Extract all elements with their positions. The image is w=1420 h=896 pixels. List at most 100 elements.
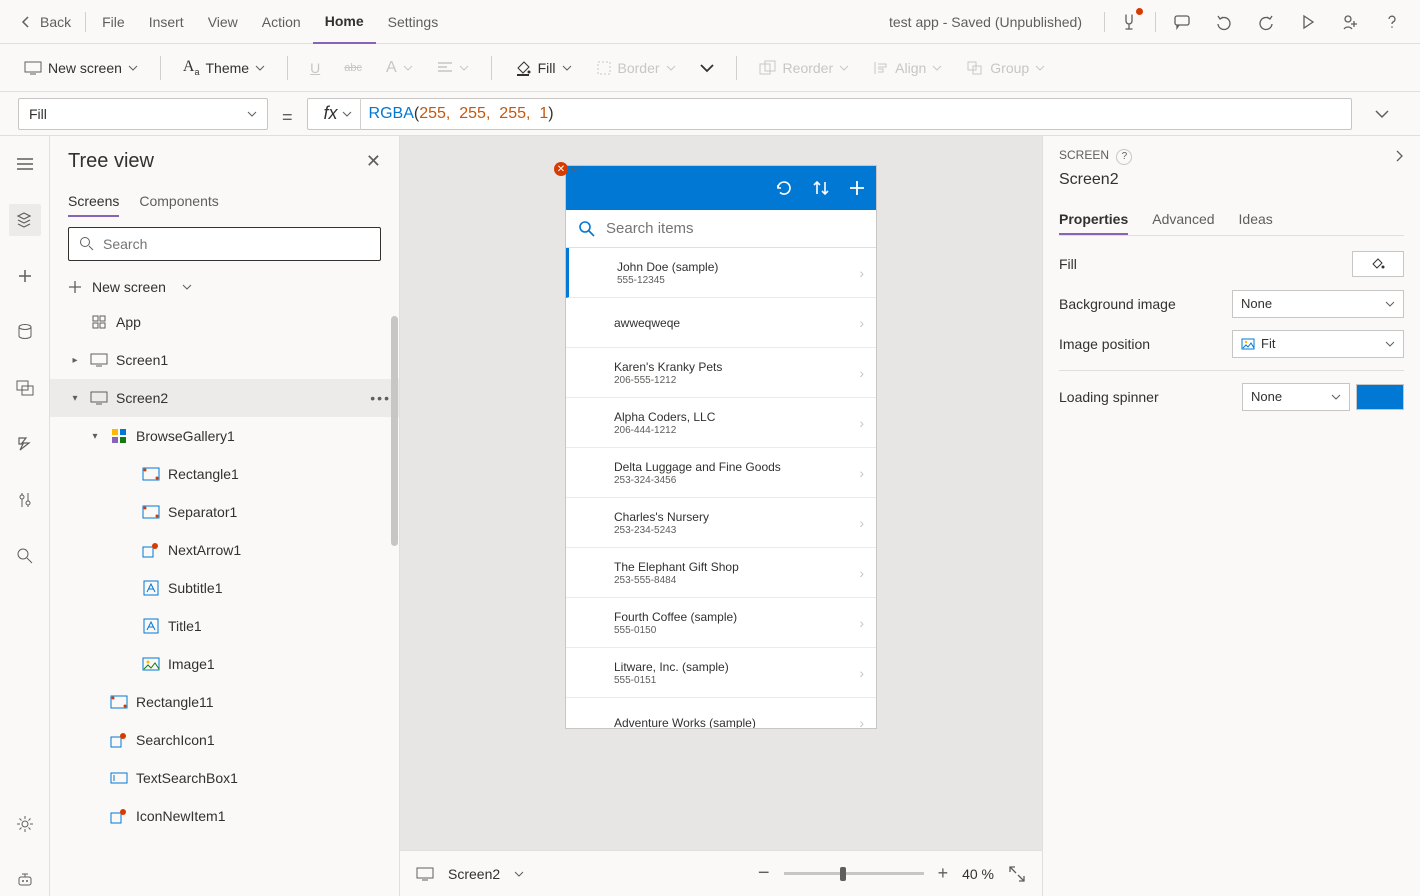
tree-search-box[interactable] [68,227,381,261]
hamburger-icon[interactable] [9,148,41,180]
refresh-icon[interactable] [774,178,794,198]
data-icon[interactable] [9,316,41,348]
list-item[interactable]: Alpha Coders, LLC206-444-1212› [566,398,876,448]
info-icon[interactable]: ? [1116,149,1132,165]
close-icon[interactable]: ✕ [366,151,381,172]
menu-file[interactable]: File [90,0,137,44]
comments-icon[interactable] [1162,0,1202,44]
menu-home[interactable]: Home [313,0,376,44]
plus-icon [68,280,82,294]
font-color-button: A [378,55,421,81]
tab-screens[interactable]: Screens [68,187,119,217]
add-icon[interactable] [848,179,866,197]
group-button: Group [958,56,1053,80]
spinner-color-picker[interactable] [1356,384,1404,410]
fit-to-screen-icon[interactable] [1008,865,1026,883]
spinner-select[interactable]: None [1242,383,1350,411]
error-indicator[interactable]: ✕ [554,162,580,176]
tab-advanced[interactable]: Advanced [1152,205,1214,235]
bg-image-select[interactable]: None [1232,290,1404,318]
new-screen-tree-button[interactable]: New screen [50,271,399,303]
tree-item-app[interactable]: ▸App••• [50,303,399,341]
tree-item-iconnewitem1[interactable]: ▸IconNewItem1••• [50,797,399,835]
chevron-down-icon [255,63,265,73]
tab-components[interactable]: Components [139,187,218,217]
new-screen-button[interactable]: New screen [16,56,146,80]
scrollbar-thumb[interactable] [391,316,398,546]
tree-view-icon[interactable] [9,204,41,236]
separator [1155,12,1156,32]
chevron-right-icon: › [859,715,864,729]
fill-button[interactable]: Fill [506,55,580,81]
power-automate-icon[interactable] [9,428,41,460]
zoom-out-button[interactable]: − [758,862,770,885]
canvas-area: ✕ John Doe (sample)555-12345›awweqweqe›K… [400,136,1042,896]
list-item[interactable]: The Elephant Gift Shop253-555-8484› [566,548,876,598]
format-painter-down[interactable] [692,59,722,77]
menu-view[interactable]: View [196,0,250,44]
rect-icon [142,465,160,483]
zoom-in-button[interactable]: + [938,863,949,884]
input-icon [110,769,128,787]
chevron-down-icon[interactable] [514,869,524,879]
fill-color-picker[interactable] [1352,251,1404,277]
tree-item-searchicon1[interactable]: ▸SearchIcon1••• [50,721,399,759]
chevron-right-icon[interactable] [1394,149,1404,163]
advanced-tools-icon[interactable] [9,484,41,516]
menu-action[interactable]: Action [250,0,313,44]
tree-item-nextarrow1[interactable]: ▸NextArrow1••• [50,531,399,569]
list-item[interactable]: awweqweqe› [566,298,876,348]
chevron-down-icon [562,63,572,73]
tree-item-screen2[interactable]: ▾Screen2••• [50,379,399,417]
tree-item-title1[interactable]: ▸Title1••• [50,607,399,645]
property-selector[interactable]: Fill [18,98,268,130]
prop-fill-label: Fill [1059,256,1077,272]
menu-insert[interactable]: Insert [137,0,196,44]
phone-preview[interactable]: John Doe (sample)555-12345›awweqweqe›Kar… [566,166,876,728]
search-icon[interactable] [9,540,41,572]
expand-formula-button[interactable] [1362,108,1402,120]
tree-item-textsearchbox1[interactable]: ▸TextSearchBox1••• [50,759,399,797]
help-icon[interactable] [1372,0,1412,44]
list-item[interactable]: John Doe (sample)555-12345› [566,248,876,298]
tree-item-browsegallery1[interactable]: ▾BrowseGallery1••• [50,417,399,455]
list-item[interactable]: Charles's Nursery253-234-5243› [566,498,876,548]
phone-search-box[interactable] [566,210,876,248]
tree-item-image1[interactable]: ▸Image1••• [50,645,399,683]
undo-icon[interactable] [1204,0,1244,44]
media-icon[interactable] [9,372,41,404]
list-item[interactable]: Litware, Inc. (sample)555-0151› [566,648,876,698]
list-item[interactable]: Adventure Works (sample)› [566,698,876,728]
theme-button[interactable]: Aa Theme [175,54,273,81]
screen-icon [416,867,434,881]
menu-settings[interactable]: Settings [376,0,451,44]
screen-name-label[interactable]: Screen2 [448,866,500,882]
zoom-slider[interactable] [784,872,924,875]
search-input[interactable] [103,236,370,252]
virtual-agent-icon[interactable] [9,864,41,896]
list-item[interactable]: Karen's Kranky Pets206-555-1212› [566,348,876,398]
more-options-icon[interactable]: ••• [370,390,391,406]
sort-icon[interactable] [812,178,830,198]
image-position-select[interactable]: Fit [1232,330,1404,358]
redo-icon[interactable] [1246,0,1286,44]
ctrl-icon [110,731,128,749]
list-item[interactable]: Fourth Coffee (sample)555-0150› [566,598,876,648]
tree-item-rectangle1[interactable]: ▸Rectangle1••• [50,455,399,493]
formula-input[interactable]: fx RGBA(255, 255, 255, 1) [307,98,1352,130]
tab-ideas[interactable]: Ideas [1239,205,1273,235]
tree-item-subtitle1[interactable]: ▸Subtitle1••• [50,569,399,607]
app-checker-icon[interactable] [1109,0,1149,44]
app-title: test app - Saved (Unpublished) [889,14,1100,30]
tree-item-separator1[interactable]: ▸Separator1••• [50,493,399,531]
fx-icon[interactable]: fx [316,98,361,130]
tree-item-rectangle11[interactable]: ▸Rectangle11••• [50,683,399,721]
tree-item-screen1[interactable]: ▸Screen1••• [50,341,399,379]
insert-icon[interactable] [9,260,41,292]
list-item[interactable]: Delta Luggage and Fine Goods253-324-3456… [566,448,876,498]
settings-gear-icon[interactable] [9,808,41,840]
tab-properties[interactable]: Properties [1059,205,1128,235]
play-icon[interactable] [1288,0,1328,44]
back-button[interactable]: Back [8,14,81,30]
share-icon[interactable] [1330,0,1370,44]
